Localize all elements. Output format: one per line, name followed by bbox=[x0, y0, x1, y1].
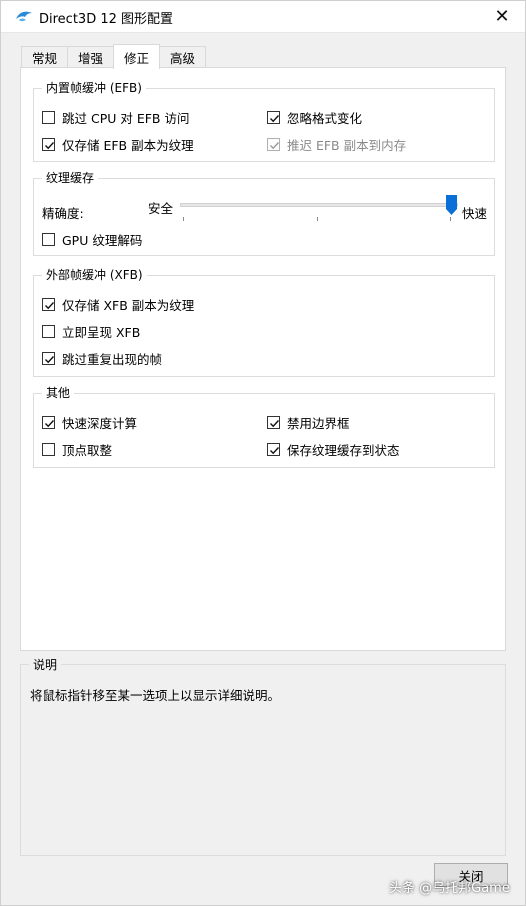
checkbox-gpu-texture-decoding-label: GPU 纹理解码 bbox=[62, 232, 143, 248]
close-window-icon[interactable]: ✕ bbox=[491, 6, 513, 28]
tab-strip: 常规 增强 修正 高级 bbox=[21, 44, 207, 69]
tab-advanced[interactable]: 高级 bbox=[159, 46, 207, 68]
description-group: 说明 将鼠标指针移至某一选项上以显示详细说明。 bbox=[20, 656, 506, 856]
checkbox-store-efb-textures-box[interactable] bbox=[42, 137, 55, 151]
checkbox-fast-depth-box[interactable] bbox=[42, 415, 55, 429]
tab-enhancements[interactable]: 增强 bbox=[67, 46, 115, 68]
checkbox-save-texture-cache-state[interactable]: 保存纹理缓存到状态 bbox=[267, 440, 400, 458]
checkbox-store-efb-textures[interactable]: 仅存储 EFB 副本为纹理 bbox=[42, 135, 194, 153]
description-text: 将鼠标指针移至某一选项上以显示详细说明。 bbox=[30, 688, 281, 703]
slider-tick bbox=[317, 217, 318, 221]
checkbox-save-texture-cache-state-box[interactable] bbox=[267, 442, 280, 456]
checkbox-disable-bounding-box-label: 禁用边界框 bbox=[287, 415, 350, 431]
group-other-title: 其他 bbox=[42, 385, 75, 401]
slider-left-label: 安全 bbox=[148, 201, 174, 216]
group-texture-cache: 纹理缓存 精确度: 安全 快速 GPU 纹理解码 bbox=[33, 170, 495, 256]
check-mark-icon bbox=[270, 446, 280, 454]
group-xfb-title: 外部帧缓冲 (XFB) bbox=[42, 267, 147, 283]
checkbox-immediate-xfb-label: 立即呈现 XFB bbox=[62, 324, 141, 340]
checkbox-store-xfb-textures-label: 仅存储 XFB 副本为纹理 bbox=[62, 297, 195, 313]
checkbox-vertex-rounding-box[interactable] bbox=[42, 442, 55, 456]
accuracy-label: 精确度: bbox=[42, 206, 84, 221]
tab-general[interactable]: 常规 bbox=[21, 46, 69, 68]
checkbox-immediate-xfb-box[interactable] bbox=[42, 324, 55, 338]
checkbox-skip-efb-access-label: 跳过 CPU 对 EFB 访问 bbox=[62, 110, 190, 126]
group-other: 其他 快速深度计算 禁用边界框 顶点取整 保存纹理缓存到状态 bbox=[33, 385, 495, 468]
slider-track bbox=[180, 203, 458, 207]
check-mark-icon bbox=[45, 355, 55, 363]
checkbox-defer-efb-copies: 推迟 EFB 副本到内存 bbox=[267, 135, 406, 153]
window-title: Direct3D 12 图形配置 bbox=[39, 12, 174, 27]
group-efb: 内置帧缓冲 (EFB) 跳过 CPU 对 EFB 访问 忽略格式变化 仅存储 E… bbox=[33, 80, 495, 162]
check-mark-icon bbox=[270, 419, 280, 427]
checkbox-skip-duplicate-frames-box[interactable] bbox=[42, 351, 55, 365]
group-texture-cache-title: 纹理缓存 bbox=[42, 170, 99, 186]
checkbox-skip-efb-access-box[interactable] bbox=[42, 110, 55, 124]
checkbox-store-efb-textures-label: 仅存储 EFB 副本为纹理 bbox=[62, 137, 194, 153]
checkbox-defer-efb-copies-box bbox=[267, 137, 280, 151]
checkbox-ignore-format-changes[interactable]: 忽略格式变化 bbox=[267, 108, 362, 126]
checkbox-store-xfb-textures-box[interactable] bbox=[42, 297, 55, 311]
group-efb-title: 内置帧缓冲 (EFB) bbox=[42, 80, 146, 96]
checkbox-ignore-format-changes-label: 忽略格式变化 bbox=[287, 110, 363, 126]
slider-tick bbox=[183, 217, 184, 221]
check-mark-icon bbox=[45, 141, 55, 149]
checkbox-vertex-rounding-label: 顶点取整 bbox=[62, 442, 113, 458]
checkbox-vertex-rounding[interactable]: 顶点取整 bbox=[42, 440, 112, 458]
checkbox-defer-efb-copies-label: 推迟 EFB 副本到内存 bbox=[287, 137, 407, 153]
checkbox-gpu-texture-decoding[interactable]: GPU 纹理解码 bbox=[42, 230, 142, 248]
checkbox-store-xfb-textures[interactable]: 仅存储 XFB 副本为纹理 bbox=[42, 295, 194, 313]
watermark-text: 头条 @乌托邦Game bbox=[389, 881, 510, 896]
group-xfb: 外部帧缓冲 (XFB) 仅存储 XFB 副本为纹理 立即呈现 XFB 跳过重复出… bbox=[33, 267, 495, 377]
slider-tick bbox=[450, 217, 451, 221]
title-bar: Direct3D 12 图形配置 ✕ bbox=[1, 1, 525, 33]
tab-page-hacks: 内置帧缓冲 (EFB) 跳过 CPU 对 EFB 访问 忽略格式变化 仅存储 E… bbox=[20, 67, 506, 651]
slider-thumb[interactable] bbox=[446, 195, 457, 215]
accuracy-slider[interactable] bbox=[180, 195, 460, 225]
check-mark-icon bbox=[270, 141, 280, 149]
checkbox-skip-duplicate-frames-label: 跳过重复出现的帧 bbox=[62, 351, 163, 367]
checkbox-ignore-format-changes-box[interactable] bbox=[267, 110, 280, 124]
checkbox-disable-bounding-box[interactable]: 禁用边界框 bbox=[267, 413, 350, 431]
description-title: 说明 bbox=[29, 656, 62, 673]
graphics-config-dialog: Direct3D 12 图形配置 ✕ 常规 增强 修正 高级 内置帧缓冲 (EF… bbox=[0, 0, 526, 906]
checkbox-gpu-texture-decoding-box[interactable] bbox=[42, 232, 55, 246]
checkbox-immediate-xfb[interactable]: 立即呈现 XFB bbox=[42, 322, 140, 340]
slider-right-label: 快速 bbox=[462, 206, 488, 221]
checkbox-skip-duplicate-frames[interactable]: 跳过重复出现的帧 bbox=[42, 349, 162, 367]
tab-hacks[interactable]: 修正 bbox=[113, 44, 161, 69]
check-mark-icon bbox=[45, 419, 55, 427]
check-mark-icon bbox=[270, 114, 280, 122]
check-mark-icon bbox=[45, 301, 55, 309]
checkbox-disable-bounding-box-box[interactable] bbox=[267, 415, 280, 429]
checkbox-fast-depth[interactable]: 快速深度计算 bbox=[42, 413, 137, 431]
dolphin-icon bbox=[16, 11, 32, 22]
checkbox-fast-depth-label: 快速深度计算 bbox=[62, 415, 138, 431]
checkbox-save-texture-cache-state-label: 保存纹理缓存到状态 bbox=[287, 442, 400, 458]
checkbox-skip-efb-access[interactable]: 跳过 CPU 对 EFB 访问 bbox=[42, 108, 189, 126]
